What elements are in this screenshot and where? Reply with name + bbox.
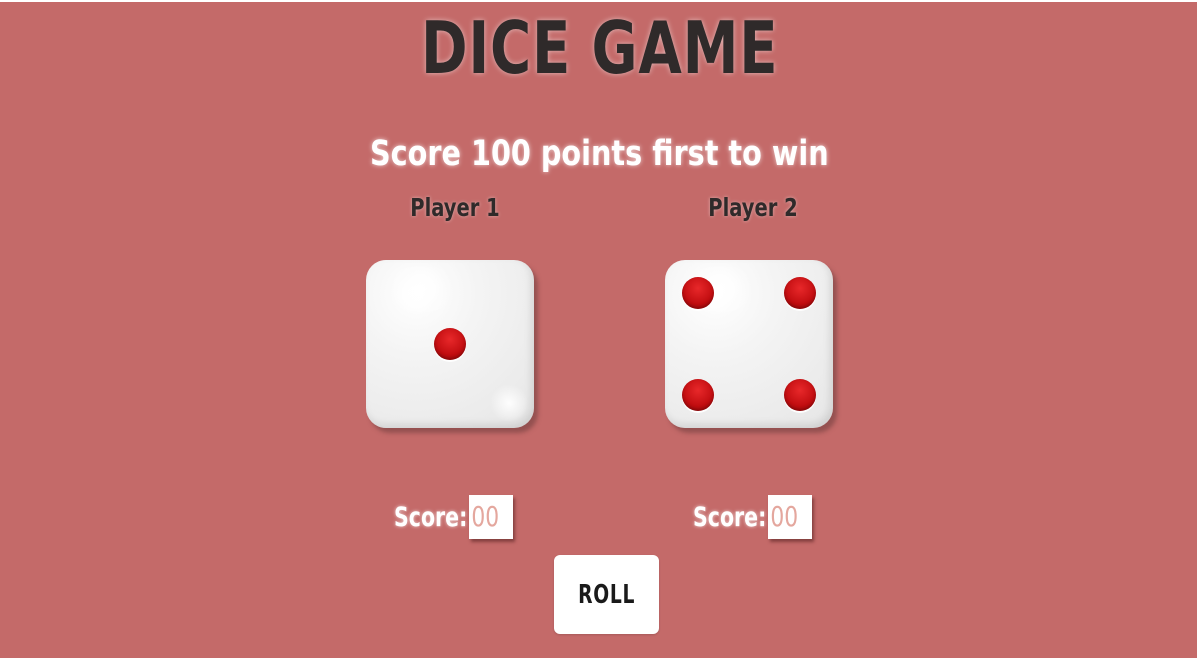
die-pip [784,277,816,309]
player-2-score-value: 00 [770,500,799,533]
player-1-score-value: 00 [471,500,500,533]
player-2-score-label: Score: [693,502,767,533]
player-1-score-field: 00 [469,495,513,539]
game-subtitle: Score 100 points first to win [369,134,829,174]
roll-button-label: ROLL [577,579,636,610]
game-board: DICE GAME Score 100 points first to win … [0,2,1197,658]
player-1-score-label: Score: [394,502,468,533]
die-pip [434,328,466,360]
die-highlight [381,266,461,312]
player-1-label: Player 1 [410,193,500,222]
player-2-score-field: 00 [768,495,812,539]
die-pip [784,379,816,411]
player-2-die [665,260,833,428]
player-2-label: Player 2 [708,193,798,222]
player-1-die [366,260,534,428]
game-title: DICE GAME [420,6,779,90]
die-pip [682,379,714,411]
die-pip [682,277,714,309]
die-highlight [490,384,528,422]
roll-button[interactable]: ROLL [554,555,659,634]
